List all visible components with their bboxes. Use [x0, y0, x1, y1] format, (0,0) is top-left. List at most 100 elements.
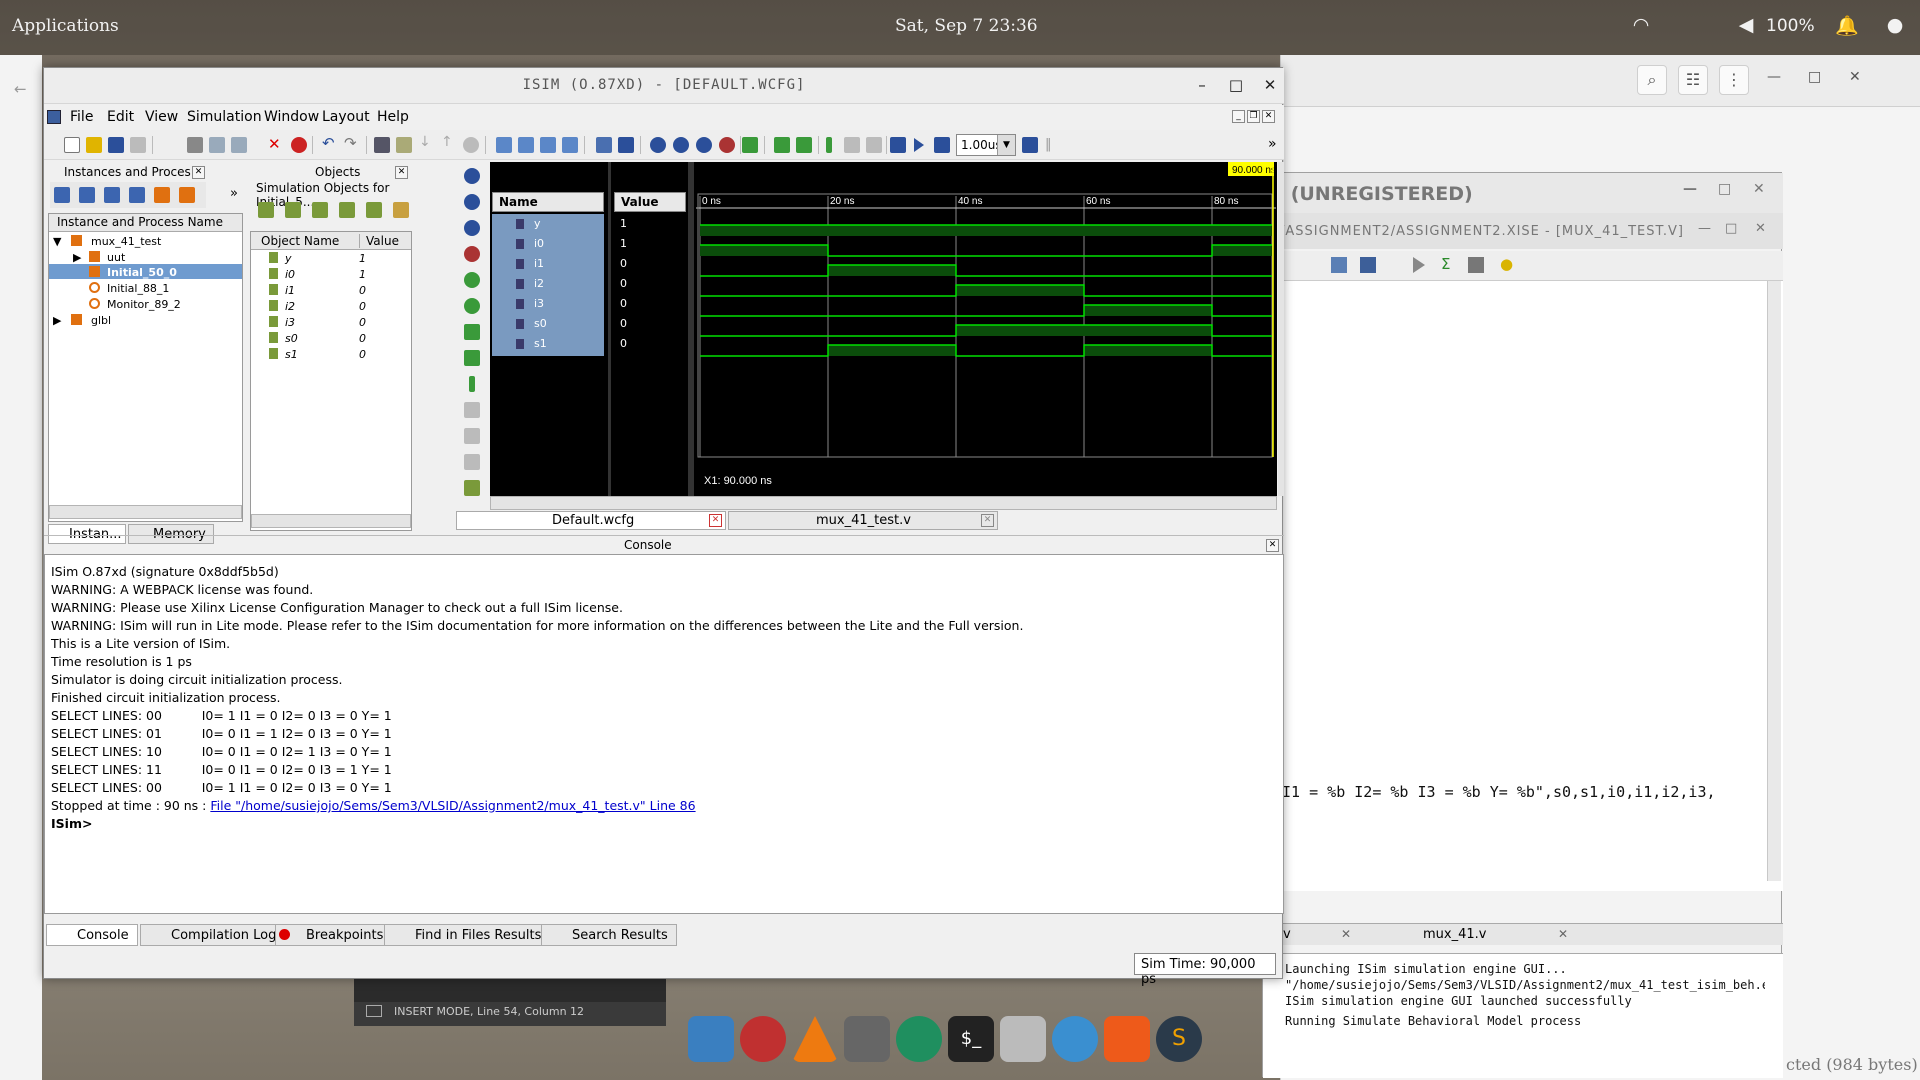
horizontal-scrollbar[interactable] — [490, 496, 1277, 510]
tab-close-icon[interactable]: ✕ — [1558, 927, 1568, 941]
object-name[interactable]: i0 — [285, 268, 295, 281]
paste-icon[interactable] — [231, 137, 247, 153]
pause-icon[interactable]: ‖ — [1045, 137, 1061, 153]
console-output[interactable]: ISim O.87xd (signature 0x8ddf5b5d) WARNIN… — [44, 554, 1284, 914]
lightbulb-icon[interactable]: ● — [1500, 255, 1513, 273]
find-icon[interactable] — [374, 137, 390, 153]
window-icon[interactable] — [844, 1016, 890, 1062]
next-icon[interactable]: ↓ — [419, 134, 435, 150]
clock[interactable]: Sat, Sep 7 23:36 — [895, 16, 1038, 36]
close-icon[interactable]: ✕ — [192, 166, 205, 179]
run-all-icon[interactable] — [914, 138, 924, 152]
close-icon[interactable]: ✕ — [395, 166, 408, 179]
tool-icon[interactable] — [104, 187, 120, 203]
tree-item-initial-88-1[interactable]: Initial_88_1 — [107, 282, 169, 295]
object-name[interactable]: s1 — [285, 348, 298, 361]
tab-close-icon[interactable]: ✕ — [709, 514, 722, 527]
sigma-icon[interactable]: Σ — [1441, 255, 1450, 273]
close-icon[interactable]: ✕ — [1755, 221, 1766, 236]
anchor-icon[interactable] — [688, 1016, 734, 1062]
prev-icon[interactable]: ↑ — [441, 134, 457, 150]
find-replace-icon[interactable] — [396, 137, 412, 153]
tree-item-initial-50-0[interactable]: Initial_50_0 — [107, 266, 177, 279]
maximize-icon[interactable]: □ — [1226, 76, 1246, 96]
maximize-icon[interactable]: □ — [1808, 69, 1821, 85]
menu-view[interactable]: View — [145, 109, 178, 125]
applications-menu[interactable]: Applications — [12, 16, 119, 36]
zoom-cursor-icon[interactable] — [719, 137, 735, 153]
minimize-icon[interactable]: — — [1767, 69, 1781, 85]
github-icon[interactable] — [896, 1016, 942, 1062]
object-name[interactable]: s0 — [285, 332, 298, 345]
tab-mux-41-test-v[interactable]: mux_41_test.v ✕ — [728, 511, 998, 530]
wrench-icon[interactable] — [596, 137, 612, 153]
step-over-icon[interactable] — [844, 137, 860, 153]
menu-window[interactable]: Window — [264, 109, 319, 125]
tile-h-icon[interactable] — [518, 137, 534, 153]
pdf-icon[interactable] — [1104, 1016, 1150, 1062]
chromium-icon[interactable] — [1052, 1016, 1098, 1062]
tree-item-glbl[interactable]: glbl — [91, 314, 111, 327]
open-icon[interactable] — [86, 137, 102, 153]
redo-icon[interactable]: ↷ — [344, 134, 360, 152]
files-icon[interactable] — [1000, 1016, 1046, 1062]
undo-icon[interactable]: ↶ — [322, 134, 338, 152]
close-icon[interactable]: ✕ — [1260, 76, 1280, 96]
tools-icon[interactable] — [1468, 257, 1484, 273]
menu-simulation[interactable]: Simulation — [187, 109, 262, 125]
wave-signal-name[interactable]: s0 — [534, 317, 547, 330]
tab-close-icon[interactable]: ✕ — [981, 514, 994, 527]
next-edge-icon[interactable] — [464, 350, 480, 366]
tool-icon[interactable] — [464, 454, 480, 470]
minimize-icon[interactable]: — — [1698, 221, 1711, 236]
list-view-icon[interactable]: ☷ — [1678, 65, 1708, 95]
tool-icon[interactable] — [464, 428, 480, 444]
wave-signal-name[interactable]: y — [534, 217, 541, 230]
splitter[interactable] — [688, 162, 694, 496]
menu-icon[interactable]: ⋮ — [1719, 65, 1749, 95]
process-icon[interactable] — [179, 187, 195, 203]
refresh-icon[interactable] — [742, 137, 758, 153]
maximize-icon[interactable]: □ — [1725, 221, 1737, 236]
next-transition-icon[interactable] — [796, 137, 812, 153]
float-icon[interactable] — [562, 137, 578, 153]
zoom-cursor-icon[interactable] — [464, 246, 480, 262]
tool-icon[interactable] — [285, 202, 301, 218]
restart-icon[interactable] — [890, 137, 906, 153]
go-end-icon[interactable] — [464, 298, 480, 314]
tool-icon[interactable] — [312, 202, 328, 218]
horizontal-scrollbar[interactable] — [251, 514, 411, 528]
back-icon[interactable]: ← — [14, 80, 27, 98]
minimize-icon[interactable]: — — [1683, 181, 1697, 197]
step-icon[interactable] — [826, 137, 832, 153]
menu-file[interactable]: File — [70, 109, 93, 125]
sublime-icon[interactable]: S — [1156, 1016, 1202, 1062]
marker-icon[interactable] — [469, 376, 475, 392]
close-icon[interactable]: ✕ — [1266, 539, 1279, 552]
tab-breakpoints[interactable]: Breakpoints — [275, 924, 393, 946]
tab-search-results[interactable]: Search Results — [541, 924, 677, 946]
ise-editor[interactable]: I1 = %b I2= %b I3 = %b Y= %b",s0,s1,i0,i… — [1263, 281, 1783, 891]
wrench-icon[interactable] — [1331, 257, 1347, 273]
clear-icon[interactable] — [463, 137, 479, 153]
zoom-in-icon[interactable] — [650, 137, 666, 153]
minimize-icon[interactable]: – — [1192, 76, 1212, 96]
delete-icon[interactable]: ✕ — [268, 135, 284, 153]
new-icon[interactable] — [64, 137, 80, 153]
tool-icon[interactable] — [464, 480, 480, 496]
object-name[interactable]: i1 — [285, 284, 295, 297]
terminal-icon[interactable]: $_ — [948, 1016, 994, 1062]
tab-default-wcfg[interactable]: Default.wcfg ✕ — [456, 511, 726, 530]
more-icon[interactable]: » — [1268, 136, 1277, 152]
stop-icon[interactable] — [291, 137, 307, 153]
tree-item-uut[interactable]: uut — [107, 251, 125, 264]
cut-icon[interactable] — [187, 137, 203, 153]
tab-console[interactable]: Console — [46, 924, 138, 946]
tool-icon[interactable] — [129, 187, 145, 203]
run-icon[interactable] — [1413, 257, 1425, 273]
tab-close-icon[interactable]: ✕ — [1341, 927, 1351, 941]
tile-v-icon[interactable] — [540, 137, 556, 153]
tree-item-mux-41-test[interactable]: mux_41_test — [91, 235, 161, 248]
object-name[interactable]: y — [285, 252, 292, 265]
settings-icon[interactable] — [740, 1016, 786, 1062]
